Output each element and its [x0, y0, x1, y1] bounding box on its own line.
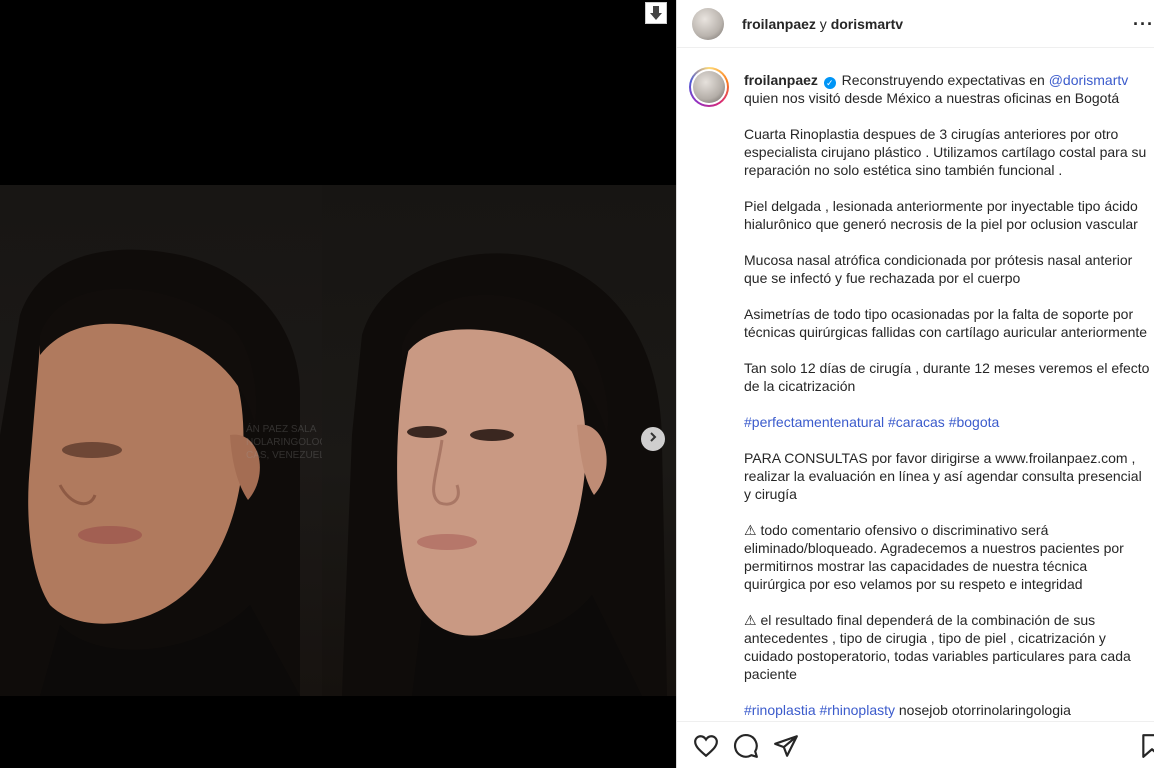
post-header: froilanpaez y dorismartv ···	[677, 0, 1154, 48]
post-authors: froilanpaez y dorismartv	[742, 16, 903, 32]
caption-username[interactable]: froilanpaez	[744, 72, 818, 88]
hashtags-line: #perfectamentenatural #caracas #bogota	[744, 413, 1152, 431]
hashtag-link[interactable]: #bogota	[949, 414, 1000, 430]
before-photo: ÁN PAEZ SALA NOLARINGOLOG CAS, VENEZUEL	[0, 185, 322, 696]
verified-icon: ✓	[823, 77, 836, 89]
hashtag-link[interactable]: #rhinoplasty	[820, 702, 896, 718]
avatar[interactable]	[692, 7, 724, 40]
mention-link[interactable]: @dorismartv	[1049, 72, 1129, 88]
post-media: ÁN PAEZ SALA NOLARINGOLOG CAS, VENEZUEL	[0, 0, 676, 768]
before-after-photo: ÁN PAEZ SALA NOLARINGOLOG CAS, VENEZUEL	[0, 185, 676, 696]
caption-intro-text-2: quien nos visitó desde México a nuestras…	[744, 90, 1120, 106]
caption-intro: froilanpaez ✓ Reconstruyendo expectativa…	[744, 71, 1152, 107]
caption-paragraph: Mucosa nasal atrófica condicionada por p…	[744, 252, 1133, 286]
next-image-button[interactable]	[641, 427, 665, 451]
avatar	[693, 71, 725, 103]
hashtag-link[interactable]: #rinoplastia	[744, 702, 816, 718]
chevron-right-icon	[647, 430, 659, 448]
warning-text: todo comentario ofensivo o discriminativ…	[744, 522, 1124, 592]
post-details-panel: froilanpaez y dorismartv ··· froilanpaez…	[676, 0, 1154, 768]
caption-paragraph: PARA CONSULTAS por favor dirigirse a www…	[744, 450, 1142, 502]
caption-paragraph: Piel delgada , lesionada anteriormente p…	[744, 198, 1138, 232]
caption-paragraph: Cuarta Rinoplastia despues de 3 cirugías…	[744, 126, 1147, 178]
caption-area: froilanpaez ✓ Reconstruyendo expectativa…	[677, 49, 1154, 721]
more-icon[interactable]: ···	[1133, 14, 1154, 35]
warning-icon: ⚠	[744, 522, 757, 538]
hashtag-link[interactable]: #perfectamentenatural	[744, 414, 884, 430]
warning-text: el resultado final dependerá de la combi…	[744, 612, 1131, 682]
photo-watermark: ÁN PAEZ SALA NOLARINGOLOG CAS, VENEZUEL	[246, 424, 322, 461]
heart-icon[interactable]	[693, 733, 719, 759]
author-username[interactable]: froilanpaez	[742, 16, 816, 32]
collaborator-username[interactable]: dorismartv	[831, 16, 903, 32]
story-avatar[interactable]	[689, 67, 729, 107]
hashtag-link[interactable]: #caracas	[888, 414, 945, 430]
comment-icon[interactable]	[733, 733, 759, 759]
caption-paragraph: Tan solo 12 días de cirugía , durante 12…	[744, 360, 1150, 394]
action-bar	[677, 721, 1154, 768]
warning-icon: ⚠	[744, 612, 757, 628]
caption-intro-text: Reconstruyendo expectativas en	[837, 72, 1049, 88]
download-icon[interactable]	[645, 2, 667, 24]
caption-paragraph: ⚠ todo comentario ofensivo o discriminat…	[744, 521, 1152, 593]
post-caption: froilanpaez ✓ Reconstruyendo expectativa…	[744, 71, 1152, 721]
caption-paragraph: Asimetrías de todo tipo ocasionadas por …	[744, 306, 1148, 340]
bookmark-icon[interactable]	[1139, 733, 1154, 759]
authors-joiner: y	[815, 15, 831, 32]
hashtags-tail: nosejob otorrinolaringologia	[895, 702, 1071, 718]
after-photo	[322, 185, 676, 696]
share-icon[interactable]	[773, 733, 799, 759]
hashtags-line: #rinoplastia #rhinoplasty nosejob otorri…	[744, 701, 1152, 719]
caption-paragraph: ⚠ el resultado final dependerá de la com…	[744, 611, 1152, 683]
